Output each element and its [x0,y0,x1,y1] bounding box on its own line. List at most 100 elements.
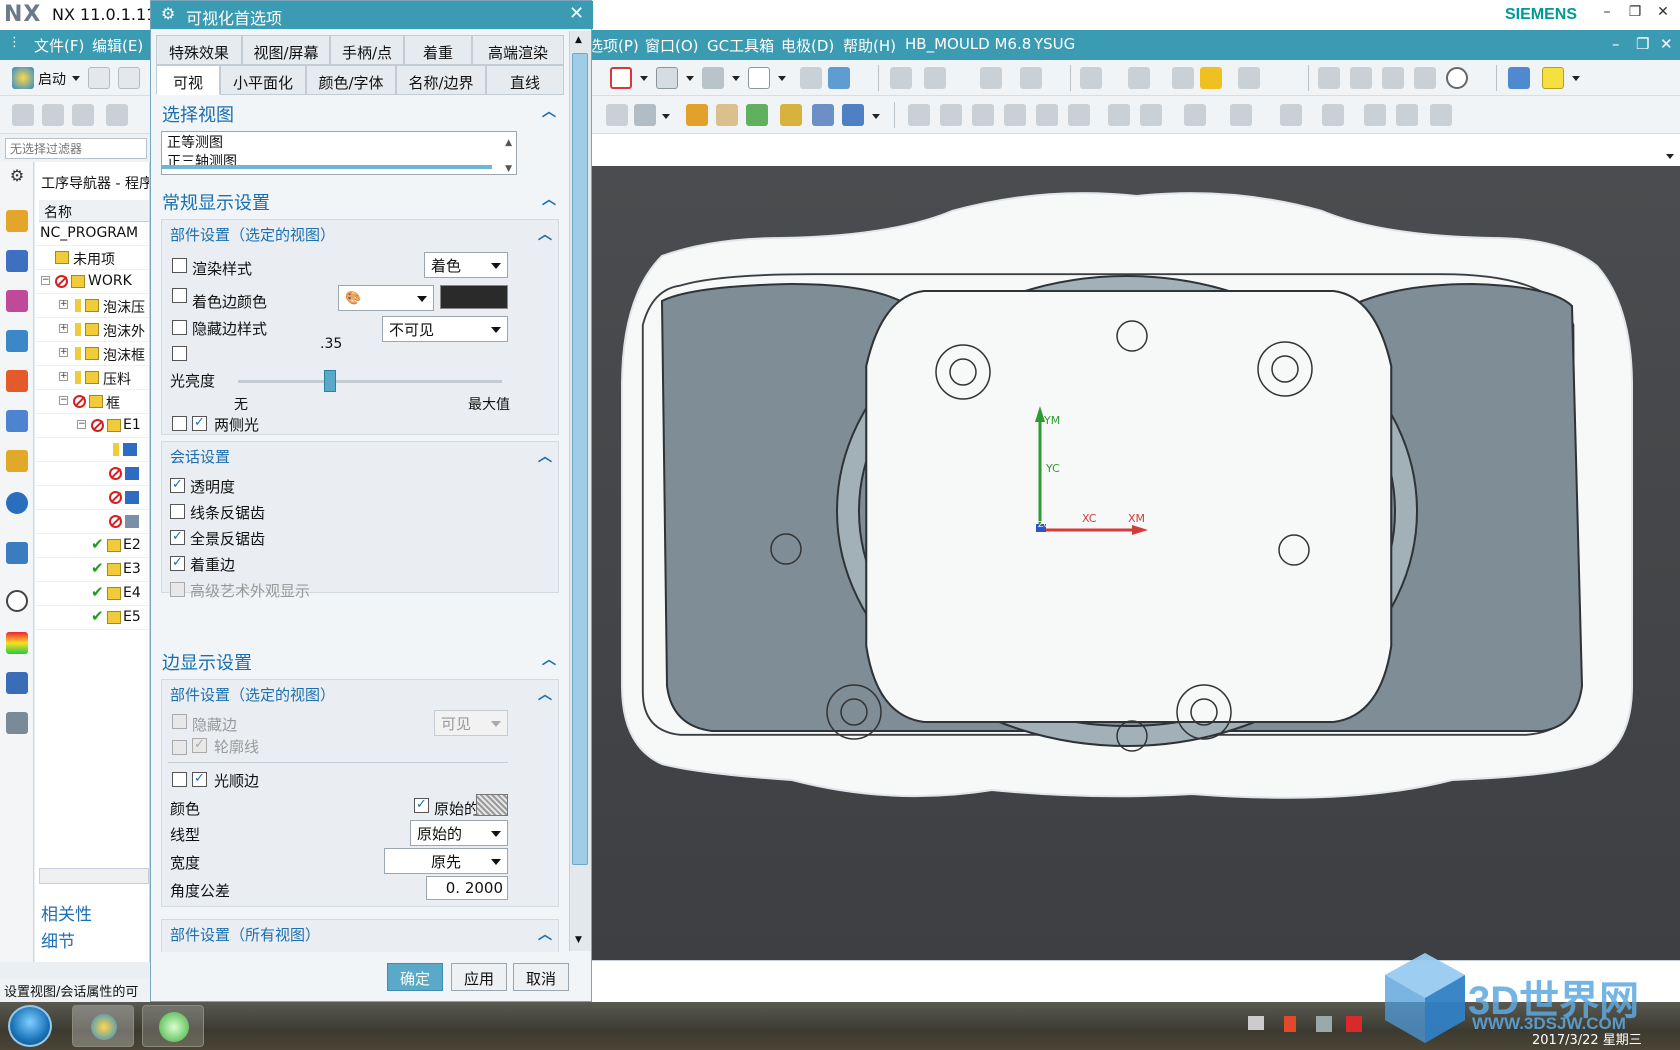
render-style-lock-checkbox[interactable] [172,258,187,273]
web-browser-icon[interactable] [6,492,28,514]
list-scroll-up-icon[interactable]: ▲ [505,134,512,153]
move-icon[interactable] [924,67,946,89]
expand-icon[interactable]: + [59,348,68,357]
general-display-header[interactable]: 常规显示设置 ︿ [156,185,564,217]
shaded-dropdown-icon[interactable] [732,76,740,81]
fullscene-antialias-checkbox[interactable]: ✓ [170,530,185,545]
tree-row-e5[interactable]: ✔ E5 [35,606,149,630]
tab-line[interactable]: 直线 [486,65,564,95]
palette-icon[interactable] [6,632,28,654]
linetype-select[interactable]: 原始的 [410,820,508,846]
navigator-hscroll[interactable] [39,868,149,884]
tab-handles-points[interactable]: 手柄/点 [330,35,404,65]
fit-dropdown-icon[interactable] [640,76,648,81]
tool-icon[interactable] [1172,67,1194,89]
fit-view-icon[interactable] [610,67,632,89]
tree-row-e4[interactable]: ✔ E4 [35,582,149,606]
edge-color-lock-checkbox[interactable] [172,288,187,303]
two-sided-light-checkbox[interactable]: ✓ [192,416,207,431]
table-icon[interactable] [634,104,656,126]
view-item-isometric[interactable]: 正等测图 [167,134,511,153]
clock-icon[interactable] [6,590,28,612]
tree-row-op-1[interactable] [35,438,149,462]
menu-hb-mould[interactable]: HB_MOULD M6.8 [905,35,1031,53]
start-menu-label[interactable]: 启动 [38,69,66,89]
angle-tolerance-input[interactable]: 0. 2000 [426,876,508,900]
feature-7-icon[interactable] [1108,104,1130,126]
tree-row-op-3[interactable] [35,486,149,510]
dialog-gear-icon[interactable]: ⚙ [161,4,175,23]
role-icon[interactable] [6,672,28,694]
assembly-nav-icon[interactable] [6,210,28,232]
dxf-icon[interactable] [1508,67,1530,89]
tab-high-end-render[interactable]: 高端渲染 [472,35,564,65]
shop-doc-icon[interactable] [842,104,864,126]
toolpath-icon[interactable] [746,104,768,126]
feature-11-icon[interactable] [1280,104,1302,126]
dialog-scroll-thumb[interactable] [572,53,588,865]
details-panel[interactable]: 细节 [41,927,75,952]
two-sided-lock-checkbox[interactable] [172,416,187,431]
tree-row-foam-frame[interactable]: + 泡沫框 [35,342,149,366]
section-icon[interactable] [800,67,822,89]
edge-color-pattern-swatch[interactable] [476,794,508,816]
geometry-icon[interactable] [1200,67,1222,89]
circle-icon[interactable] [1446,67,1468,89]
tree-row-e3[interactable]: ✔ E3 [35,558,149,582]
brightness-slider-thumb[interactable] [324,370,337,392]
hidden-edge-style-select[interactable]: 不可见 [382,316,508,342]
tree-row-op-2[interactable] [35,462,149,486]
edge-part-settings-header[interactable]: 部件设置（选定的视图） ︿ [162,680,560,708]
minimize-button[interactable]: – [1596,4,1618,24]
brightness-lock-checkbox[interactable] [172,346,187,361]
point-icon[interactable] [980,67,1002,89]
view-item-trimetric[interactable]: 正三轴测图 [167,153,511,172]
name-column-header[interactable]: 名称 [39,200,149,222]
box-icon[interactable] [1318,67,1340,89]
menu-electrode[interactable]: 电极(D) [781,35,834,56]
menu-options[interactable]: 选项(P) [588,35,639,56]
collapse-icon[interactable]: − [59,396,68,405]
postprocess-icon[interactable] [812,104,834,126]
part-nav-icon[interactable] [6,290,28,312]
snap-icon[interactable] [42,104,64,126]
verify-icon[interactable] [780,104,802,126]
feature-10-icon[interactable] [1230,104,1252,126]
doc-close-icon[interactable]: ✕ [1660,35,1673,53]
list-scroll-down-icon[interactable]: ▼ [505,160,512,179]
tree-row-press[interactable]: + 压料 [35,366,149,390]
smooth-edges-checkbox[interactable]: ✓ [192,772,207,787]
collapse-icon[interactable]: − [41,276,50,285]
collapse-icon[interactable]: − [77,420,86,429]
tab-faceting[interactable]: 小平面化 [220,65,306,95]
apply-button[interactable]: 应用 [451,963,507,991]
collapse-icon[interactable]: ︿ [538,446,552,466]
feature-2-icon[interactable] [940,104,962,126]
bg-dropdown-icon[interactable] [778,76,786,81]
show-hide-icon[interactable] [890,67,912,89]
grid-icon[interactable] [1414,67,1436,89]
note-icon[interactable] [1542,67,1564,89]
tab-names-borders[interactable]: 名称/边界 [396,65,486,95]
view-orient-icon[interactable] [656,67,678,89]
tree-row-e2[interactable]: ✔ E2 [35,534,149,558]
analysis-icon[interactable] [1080,67,1102,89]
feature-12-icon[interactable] [1322,104,1344,126]
graphics-window[interactable]: YM YC XC XM ZC [592,166,1680,960]
feature-3-icon[interactable] [972,104,994,126]
start-icon[interactable] [12,67,34,89]
operation-nav-icon[interactable] [6,330,28,352]
tray-app-icon[interactable] [1284,1016,1296,1032]
line-antialias-checkbox[interactable] [170,504,185,519]
expand-icon[interactable]: + [59,324,68,333]
orient-dropdown-icon[interactable] [686,76,694,81]
feature-4-icon[interactable] [1004,104,1026,126]
ie-taskbar-button[interactable] [142,1005,204,1047]
edge-color-select[interactable]: 🎨 [338,285,434,311]
tree-row-foam-press[interactable]: + 泡沫压 [35,294,149,318]
tree-row-foam-outer[interactable]: + 泡沫外 [35,318,149,342]
text-icon[interactable] [606,104,628,126]
tree-row-frame[interactable]: − 框 [35,390,149,414]
network-tray-icon[interactable] [1316,1016,1332,1032]
original-color-checkbox[interactable]: ✓ [414,798,429,813]
